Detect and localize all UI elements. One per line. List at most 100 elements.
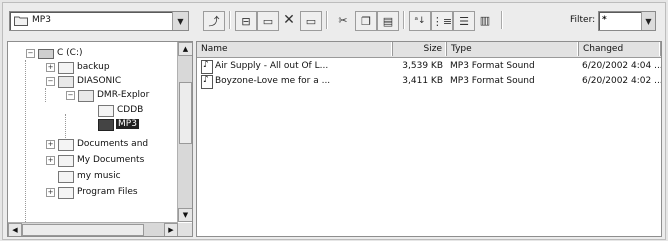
new-button[interactable]: ▭ (257, 11, 279, 31)
expand-icon[interactable]: + (46, 140, 55, 149)
collapse-icon[interactable]: − (46, 77, 55, 86)
details-view-icon: ▥ (479, 13, 491, 27)
address-combo[interactable]: MP3 ▼ (9, 11, 189, 31)
folder-icon (58, 171, 74, 183)
tree-horizontal-scrollbar[interactable]: ◀ ▶ (8, 222, 178, 236)
small-icons-icon: ⋮≡ (431, 14, 453, 28)
properties-icon: ▭ (305, 14, 317, 28)
folder-icon (14, 16, 28, 26)
scroll-right-button[interactable]: ▶ (164, 223, 178, 236)
copy-button[interactable]: ❐ (355, 11, 377, 31)
collapse-icon[interactable]: − (26, 49, 35, 58)
tree-item-label: CDDB (117, 105, 144, 115)
up-folder-button[interactable]: ⤴ (203, 11, 225, 31)
tree-item-label: My Documents (77, 155, 145, 165)
tree-item-label: MP3 (116, 119, 139, 129)
list-view-button[interactable]: ☰ (453, 11, 475, 31)
tree-item-label: my music (77, 171, 121, 181)
scroll-thumb[interactable] (179, 82, 192, 144)
toolbar-separator (403, 11, 405, 29)
mp3-file-icon (201, 75, 213, 89)
tree-item-label: DIASONIC (77, 76, 122, 86)
table-row[interactable]: Boyzone-Love me for a ... 3,411 KB MP3 F… (197, 75, 661, 89)
drive-icon (38, 49, 54, 59)
copy-icon: ❐ (361, 14, 371, 28)
details-view-button[interactable]: ▥ (475, 11, 495, 29)
file-list-header: Name Size Type Changed (197, 42, 661, 58)
collapse-icon[interactable]: − (66, 91, 75, 100)
expand-icon[interactable]: + (46, 188, 55, 197)
column-header-type[interactable]: Type (447, 42, 579, 56)
chevron-right-icon: ▶ (168, 226, 174, 234)
tree-item-label: C (C:) (57, 48, 83, 58)
new-document-icon: ▭ (262, 14, 274, 28)
chevron-down-icon: ▼ (645, 16, 652, 26)
open-folder-icon (78, 90, 94, 102)
up-folder-icon: ⤴ (208, 15, 220, 28)
delete-icon: ✕ (283, 12, 295, 28)
address-value: MP3 (32, 15, 51, 25)
tree-item-label: Program Files (77, 187, 138, 197)
column-header-size[interactable]: Size (393, 42, 447, 56)
folder-icon (58, 155, 74, 167)
scroll-thumb[interactable] (22, 224, 144, 236)
toolbar-separator (326, 11, 328, 29)
toolbar: MP3 ▼ ⤴ ⊟ ▭ ✕ ▭ ✂ ❐ ▤ ᵃ↓ ⋮≡ ☰ ▥ Filter: … (3, 3, 665, 37)
mp3-file-icon (201, 60, 213, 74)
scroll-corner (178, 223, 192, 236)
folder-icon (58, 187, 74, 199)
open-folder-icon (58, 76, 74, 88)
filter-value: * (602, 15, 607, 25)
cut-button[interactable]: ✂ (333, 11, 353, 29)
file-type: MP3 Format Sound (450, 61, 535, 71)
filter-dropdown-button[interactable]: ▼ (641, 12, 655, 30)
file-size: 3,411 KB (402, 76, 443, 86)
chevron-down-icon: ▼ (177, 16, 184, 26)
scroll-up-button[interactable]: ▲ (178, 42, 192, 56)
file-type: MP3 Format Sound (450, 76, 535, 86)
map-drive-icon: ⊟ (241, 14, 251, 28)
filter-label: Filter: (570, 15, 596, 25)
address-dropdown-button[interactable]: ▼ (172, 12, 188, 30)
file-changed: 6/20/2002 4:04 ... (582, 61, 662, 71)
file-size: 3,539 KB (402, 61, 443, 71)
tree-vertical-scrollbar[interactable]: ▲ ▼ (177, 42, 192, 222)
paste-button[interactable]: ▤ (377, 11, 399, 31)
list-view-icon: ☰ (459, 14, 469, 28)
folder-tree[interactable]: − C (C:) + backup − DIASONIC − DMR-Explo… (7, 41, 193, 237)
large-icons-icon: ᵃ↓ (414, 16, 426, 26)
scroll-down-button[interactable]: ▼ (178, 208, 192, 222)
file-changed: 6/20/2002 4:02 ... (582, 76, 662, 86)
properties-button[interactable]: ▭ (300, 11, 322, 31)
toolbar-separator (501, 11, 503, 29)
table-row[interactable]: Air Supply - All out Of L... 3,539 KB MP… (197, 60, 661, 74)
small-icons-button[interactable]: ⋮≡ (431, 11, 453, 31)
column-header-name[interactable]: Name (197, 42, 393, 56)
open-folder-icon (98, 119, 114, 131)
filter-combo[interactable]: * ▼ (598, 11, 656, 31)
tree-item-label: backup (77, 62, 110, 72)
folder-icon (98, 105, 114, 117)
file-list[interactable]: Name Size Type Changed Air Supply - All … (196, 41, 662, 237)
tree-item-label: Documents and (77, 139, 149, 149)
expand-icon[interactable]: + (46, 63, 55, 72)
large-icons-button[interactable]: ᵃ↓ (409, 11, 431, 31)
tree-item-label: DMR-Explor (97, 90, 150, 100)
file-manager-window: MP3 ▼ ⤴ ⊟ ▭ ✕ ▭ ✂ ❐ ▤ ᵃ↓ ⋮≡ ☰ ▥ Filter: … (2, 2, 666, 240)
tree-connector (65, 114, 66, 142)
tree-connector (25, 60, 26, 222)
column-header-changed[interactable]: Changed (579, 42, 661, 56)
expand-icon[interactable]: + (46, 156, 55, 165)
file-name: Boyzone-Love me for a ... (215, 76, 331, 86)
delete-button[interactable]: ✕ (279, 11, 299, 29)
chevron-up-icon: ▲ (182, 45, 189, 53)
toolbar-separator (229, 11, 231, 29)
cut-icon: ✂ (338, 13, 348, 27)
folder-icon (58, 139, 74, 151)
map-drive-button[interactable]: ⊟ (235, 11, 257, 31)
tree-connector (45, 88, 46, 102)
paste-icon: ▤ (382, 14, 394, 28)
scroll-left-button[interactable]: ◀ (8, 223, 22, 236)
folder-icon (58, 62, 74, 74)
file-name: Air Supply - All out Of L... (215, 61, 329, 71)
